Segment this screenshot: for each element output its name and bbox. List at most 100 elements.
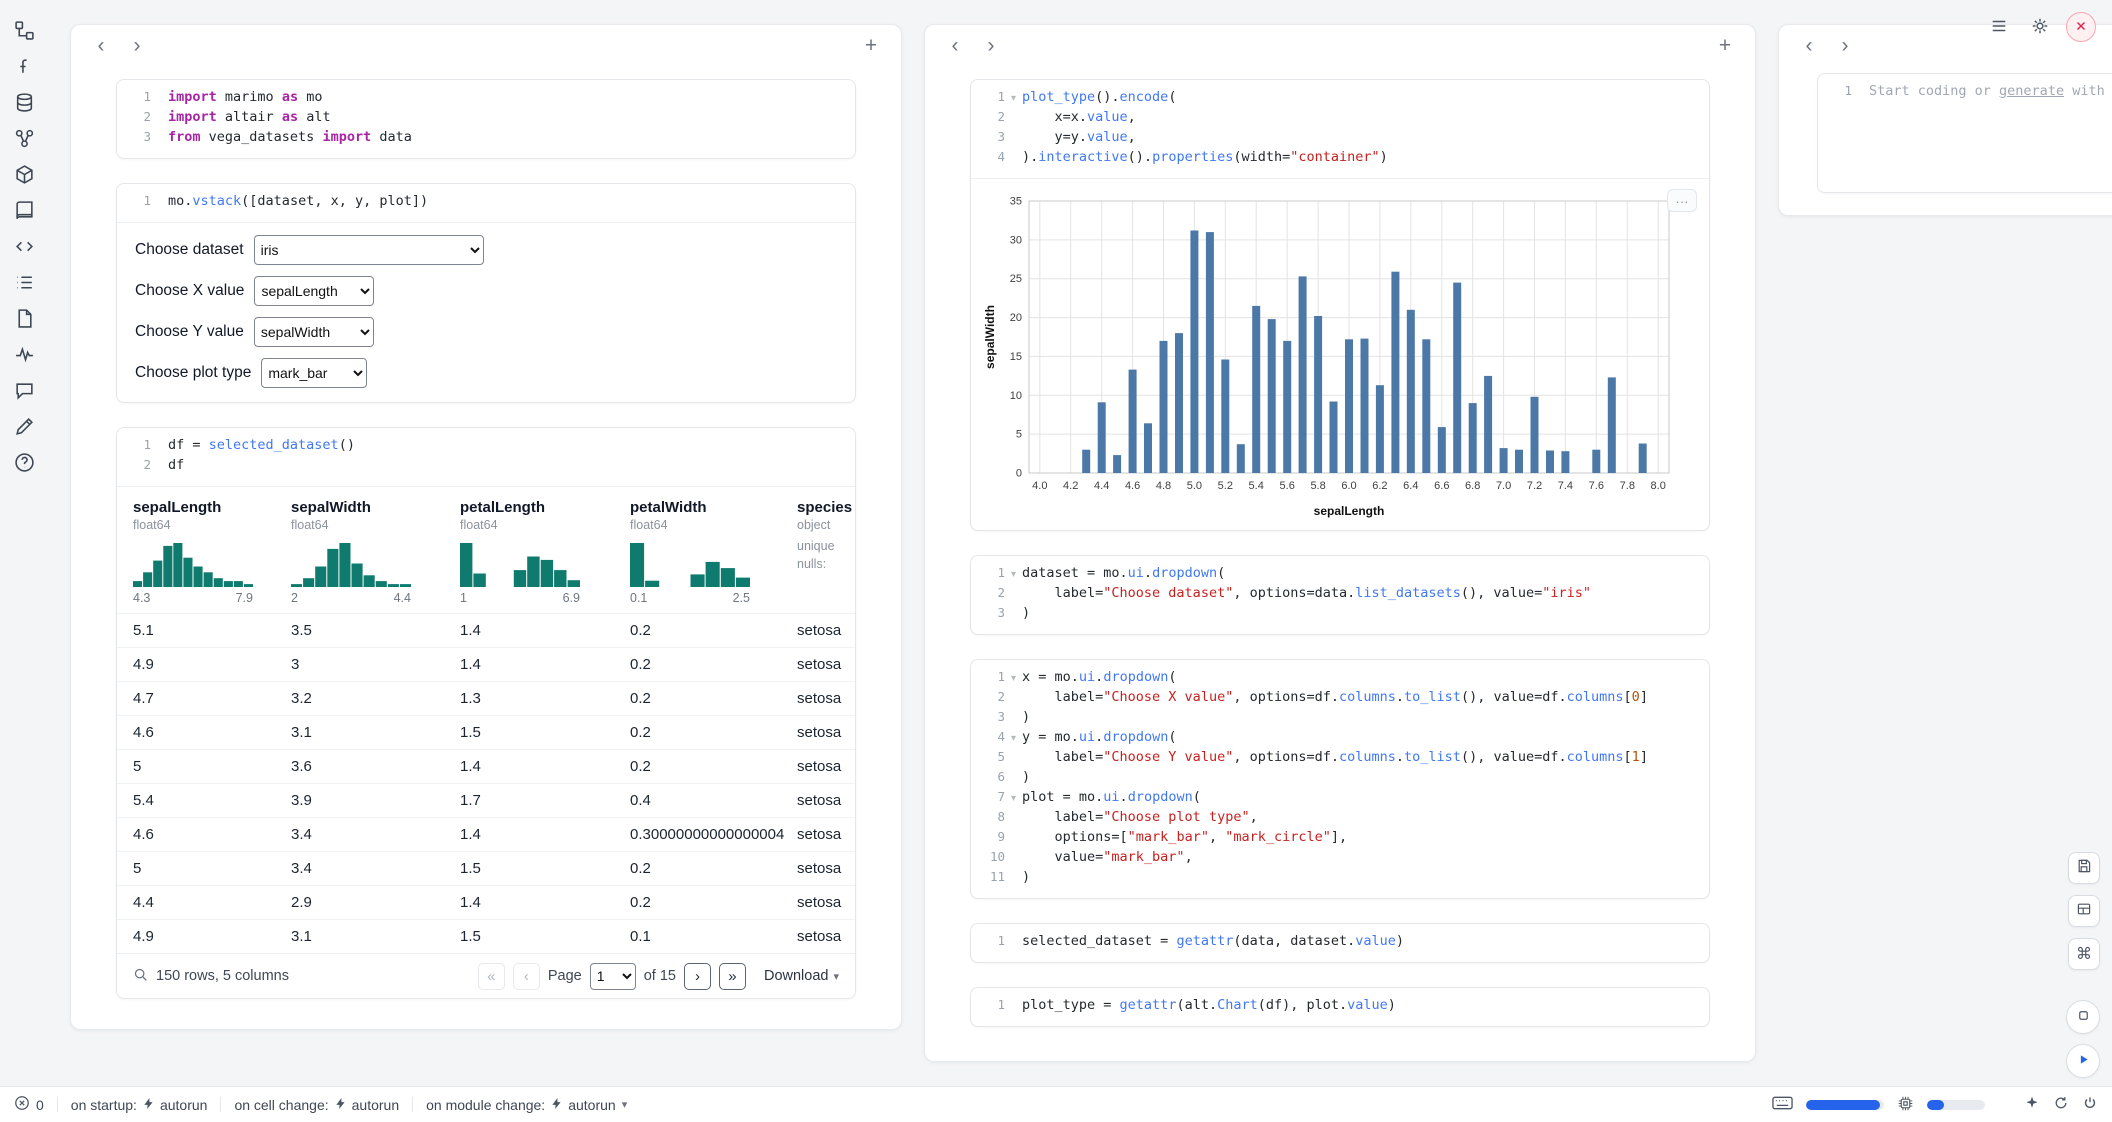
sidebar-packages-button[interactable] (9, 162, 39, 186)
code-line[interactable]: y=y.value, (1022, 129, 1136, 149)
code-line[interactable]: selected_dataset = getattr(data, dataset… (1022, 933, 1404, 953)
add-cell-button[interactable]: + (1711, 32, 1739, 60)
sparkles-icon[interactable] (2024, 1095, 2040, 1114)
autorun-setting-0[interactable]: on startup:autorun (71, 1097, 208, 1113)
run-all-button[interactable] (2066, 1044, 2100, 1078)
column-prev-button[interactable]: ‹ (1795, 32, 1823, 60)
first-page-button[interactable]: « (478, 963, 505, 990)
fold-marker-icon[interactable]: ▾ (1005, 669, 1022, 689)
code-line[interactable]: label="Choose dataset", options=data.lis… (1022, 585, 1591, 605)
generate-with-ai-link[interactable]: generate (1999, 83, 2064, 99)
sidebar-file-explorer-button[interactable] (9, 18, 39, 42)
column-prev-button[interactable]: ‹ (941, 32, 969, 60)
code-line[interactable]: import marimo as mo (168, 89, 322, 109)
code-line[interactable]: value="mark_bar", (1022, 849, 1193, 869)
choose-x-value-select[interactable]: sepalLength (254, 276, 374, 306)
sidebar-dependency-graph-button[interactable] (9, 126, 39, 150)
code-line[interactable]: ) (1022, 769, 1030, 789)
autorun-setting-2[interactable]: on module change:autorun▾ (426, 1097, 627, 1113)
code-line[interactable]: from vega_datasets import data (168, 129, 412, 149)
prev-page-button[interactable]: ‹ (513, 963, 540, 990)
code-line[interactable]: label="Choose Y value", options=df.colum… (1022, 749, 1648, 769)
fold-marker-icon[interactable]: ▾ (1005, 89, 1022, 109)
table-row[interactable]: 5.43.91.70.4setosa (117, 783, 855, 817)
last-page-button[interactable]: » (719, 963, 746, 990)
code-line[interactable]: plot = mo.ui.dropdown( (1022, 789, 1201, 809)
download-button[interactable]: Download▾ (764, 968, 839, 984)
sidebar-snippets-button[interactable] (9, 234, 39, 258)
code-line[interactable]: x=x.value, (1022, 109, 1136, 129)
search-icon[interactable] (133, 967, 148, 986)
sidebar-logs-button[interactable] (9, 306, 39, 330)
sidebar-ai-chat-button[interactable] (9, 378, 39, 402)
sidebar-notebook-button[interactable] (9, 54, 39, 78)
code-line[interactable]: label="Choose plot type", (1022, 809, 1258, 829)
fold-marker-icon[interactable]: ▾ (1005, 565, 1022, 585)
cell-editor[interactable]: 1 Start coding or generate with AI (1818, 74, 2112, 192)
code-line[interactable]: ) (1022, 709, 1030, 729)
memory-usage-meter (1806, 1100, 1884, 1110)
sidebar-datasets-button[interactable] (9, 90, 39, 114)
add-cell-button[interactable]: + (857, 32, 885, 60)
choose-y-value-select[interactable]: sepalWidth (254, 317, 374, 347)
code-line[interactable]: options=["mark_bar", "mark_circle"], (1022, 829, 1347, 849)
column-histogram[interactable] (133, 539, 281, 587)
table-row[interactable]: 4.931.40.2setosa (117, 647, 855, 681)
code-line[interactable]: df = selected_dataset() (168, 437, 355, 457)
page-select[interactable]: 1 (590, 963, 636, 990)
code-line[interactable]: ) (1022, 605, 1030, 625)
code-line[interactable]: x = mo.ui.dropdown( (1022, 669, 1176, 689)
new-empty-cell[interactable]: 1 Start coding or generate with AI (1817, 73, 2112, 193)
line-number: 1 (117, 193, 151, 213)
table-row[interactable]: 4.42.91.40.2setosa (117, 885, 855, 919)
refresh-icon[interactable] (2053, 1095, 2069, 1114)
chart-more-options-button[interactable]: ··· (1667, 189, 1697, 212)
code-line[interactable]: df (168, 457, 184, 477)
column-histogram[interactable] (460, 539, 620, 587)
errors-indicator[interactable]: 0 (14, 1095, 44, 1114)
save-button[interactable] (2068, 852, 2100, 884)
code-line[interactable]: label="Choose X value", options=df.colum… (1022, 689, 1648, 709)
keyboard-icon[interactable] (1772, 1096, 1793, 1113)
menu-button[interactable] (1984, 12, 2014, 42)
table-row[interactable]: 4.93.11.50.1setosa (117, 919, 855, 953)
autorun-setting-1[interactable]: on cell change:autorun (234, 1097, 399, 1113)
shutdown-button[interactable] (2066, 12, 2096, 42)
sidebar-help-button[interactable] (9, 450, 39, 474)
fold-marker-icon[interactable]: ▾ (1005, 729, 1022, 749)
sidebar-documentation-button[interactable] (9, 198, 39, 222)
column-histogram[interactable] (291, 539, 450, 587)
code-line[interactable]: plot_type = getattr(alt.Chart(df), plot.… (1022, 997, 1396, 1017)
settings-button[interactable] (2025, 12, 2055, 42)
code-line[interactable]: plot_type().encode( (1022, 89, 1176, 109)
fold-marker-icon[interactable]: ▾ (1005, 789, 1022, 809)
altair-bar-chart[interactable]: 4.04.24.44.64.85.05.25.45.65.86.06.26.46… (983, 189, 1701, 526)
column-next-button[interactable]: › (977, 32, 1005, 60)
column-next-button[interactable]: › (123, 32, 151, 60)
table-row[interactable]: 53.61.40.2setosa (117, 749, 855, 783)
sidebar-outline-button[interactable] (9, 270, 39, 294)
shortcuts-button[interactable]: ⌘ (2068, 938, 2100, 970)
layout-button[interactable] (2068, 895, 2100, 927)
code-line[interactable]: mo.vstack([dataset, x, y, plot]) (168, 193, 428, 213)
power-icon[interactable] (2082, 1095, 2098, 1114)
next-page-button[interactable]: › (684, 963, 711, 990)
code-line[interactable]: ) (1022, 869, 1030, 889)
sidebar-scratchpad-button[interactable] (9, 414, 39, 438)
code-line[interactable]: dataset = mo.ui.dropdown( (1022, 565, 1225, 585)
console-button[interactable] (2066, 1000, 2100, 1034)
code-line[interactable]: import altair as alt (168, 109, 331, 129)
table-row[interactable]: 4.63.11.50.2setosa (117, 715, 855, 749)
table-row[interactable]: 53.41.50.2setosa (117, 851, 855, 885)
table-row[interactable]: 5.13.51.40.2setosa (117, 613, 855, 647)
column-next-button[interactable]: › (1831, 32, 1859, 60)
column-prev-button[interactable]: ‹ (87, 32, 115, 60)
column-histogram[interactable] (630, 539, 787, 587)
table-row[interactable]: 4.63.41.40.30000000000000004setosa (117, 817, 855, 851)
code-line[interactable]: y = mo.ui.dropdown( (1022, 729, 1176, 749)
choose-plot-type-select[interactable]: mark_bar (261, 358, 367, 388)
sidebar-tracebacks-button[interactable] (9, 342, 39, 366)
code-line[interactable]: ).interactive().properties(width="contai… (1022, 149, 1388, 169)
table-row[interactable]: 4.73.21.30.2setosa (117, 681, 855, 715)
choose-dataset-select[interactable]: iris (254, 235, 484, 265)
